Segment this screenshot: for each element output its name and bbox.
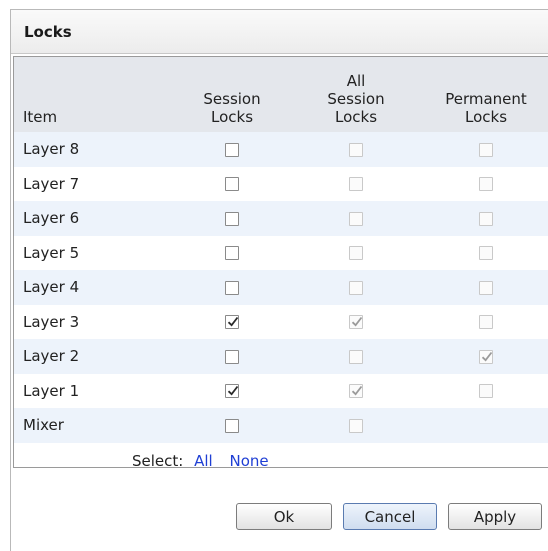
table-row: Layer 3 (14, 305, 548, 340)
checkmark-icon (351, 386, 363, 396)
row-item-name: Layer 4 (23, 278, 80, 297)
checkmark-icon (227, 386, 239, 396)
dialog-title: Locks (24, 22, 72, 41)
select-row: Select: All None (14, 443, 548, 468)
permanent-lock-checkbox (479, 280, 493, 295)
session-lock-checkbox[interactable] (225, 315, 239, 330)
table-row: Layer 4 (14, 270, 548, 305)
permanent-lock-checkbox (479, 349, 493, 364)
table-body: Layer 8 Layer 7 Layer 6 Layer 5 Layer 4 Layer… (14, 132, 548, 443)
permanent-lock-checkbox (479, 246, 493, 261)
row-item-name: Layer 5 (23, 243, 80, 262)
dialog-buttons: Ok Cancel Apply (236, 503, 542, 530)
select-all-link[interactable]: All (194, 452, 213, 468)
table-row: Layer 1 (14, 374, 548, 409)
locks-table-panel: Item Session Locks All Session Locks Per… (13, 56, 548, 468)
permanent-lock-checkbox (479, 384, 493, 399)
table-row: Mixer (14, 408, 548, 443)
table-row: Layer 7 (14, 167, 548, 202)
row-item-name: Layer 6 (23, 209, 80, 228)
column-header-session-locks: Session Locks (203, 90, 261, 126)
all-session-lock-checkbox (349, 177, 363, 192)
column-header-all-session-locks: All Session Locks (327, 72, 385, 126)
row-item-name: Mixer (23, 416, 64, 435)
checkmark-icon (227, 317, 239, 327)
row-item-name: Layer 8 (23, 140, 80, 159)
row-item-name: Layer 3 (23, 312, 80, 331)
column-header-permanent-locks: Permanent Locks (445, 90, 527, 126)
permanent-lock-checkbox (479, 211, 493, 226)
row-item-name: Layer 2 (23, 347, 80, 366)
session-lock-checkbox[interactable] (225, 349, 239, 364)
permanent-lock-checkbox (479, 142, 493, 157)
table-row: Layer 5 (14, 236, 548, 271)
all-session-lock-checkbox (349, 349, 363, 364)
permanent-lock-checkbox (479, 315, 493, 330)
close-icon[interactable]: × (538, 23, 548, 41)
session-lock-checkbox[interactable] (225, 211, 239, 226)
column-header-item: Item (23, 108, 58, 126)
all-session-lock-checkbox (349, 142, 363, 157)
row-item-name: Layer 1 (23, 381, 80, 400)
row-item-name: Layer 7 (23, 174, 80, 193)
session-lock-checkbox[interactable] (225, 418, 239, 433)
session-lock-checkbox[interactable] (225, 280, 239, 295)
all-session-lock-checkbox (349, 280, 363, 295)
table-row: Layer 8 (14, 132, 548, 167)
locks-table: Item Session Locks All Session Locks Per… (14, 57, 548, 443)
checkmark-icon (351, 317, 363, 327)
table-row: Layer 2 (14, 339, 548, 374)
session-lock-checkbox[interactable] (225, 177, 239, 192)
session-lock-checkbox[interactable] (225, 142, 239, 157)
session-lock-checkbox[interactable] (225, 384, 239, 399)
select-none-link[interactable]: None (230, 452, 269, 468)
all-session-lock-checkbox (349, 315, 363, 330)
all-session-lock-checkbox (349, 418, 363, 433)
all-session-lock-checkbox (349, 246, 363, 261)
select-table: Select: All None (14, 443, 548, 468)
dialog-titlebar: Locks × (11, 10, 548, 54)
cancel-button[interactable]: Cancel (343, 503, 437, 530)
table-header-row: Item Session Locks All Session Locks Per… (14, 57, 548, 132)
table-row: Layer 6 (14, 201, 548, 236)
checkmark-icon (481, 351, 493, 362)
all-session-lock-checkbox (349, 211, 363, 226)
select-label: Select: (132, 451, 184, 468)
permanent-lock-checkbox (479, 177, 493, 192)
ok-button[interactable]: Ok (236, 503, 332, 530)
all-session-lock-checkbox (349, 384, 363, 399)
session-lock-checkbox[interactable] (225, 246, 239, 261)
apply-button[interactable]: Apply (448, 503, 542, 530)
